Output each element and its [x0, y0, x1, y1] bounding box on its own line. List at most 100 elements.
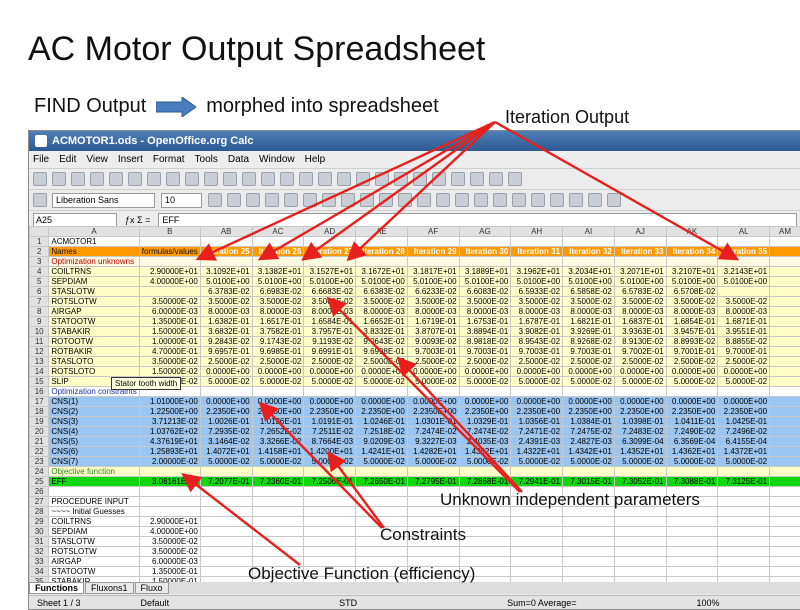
cell[interactable]: 1.25893E+01 [138, 446, 201, 457]
cell[interactable]: 8.8855E-02 [717, 336, 771, 347]
cell[interactable]: 5.0000E-02 [458, 376, 512, 387]
toolbar-button-icon[interactable] [166, 172, 180, 186]
toolbar-button-icon[interactable] [109, 172, 123, 186]
cell[interactable] [769, 356, 800, 367]
cell[interactable]: 8.0000E-03 [510, 306, 564, 317]
cell[interactable]: Names [48, 246, 140, 257]
cell[interactable] [665, 386, 719, 397]
cell[interactable]: 7.3088E-01 [665, 476, 719, 487]
toolbar-button-icon[interactable] [33, 172, 47, 186]
cell[interactable]: 8.0000E-03 [406, 306, 460, 317]
cell[interactable]: 9.6991E-01 [303, 346, 357, 357]
cell[interactable]: Iteration 29 [406, 246, 460, 257]
cell[interactable] [562, 516, 615, 527]
cell[interactable]: 5.0100E+00 [510, 276, 564, 287]
cell[interactable]: 0.0000E+00 [717, 396, 771, 407]
row-header[interactable]: 5 [29, 276, 50, 287]
cell[interactable]: 6.5783E-02 [613, 286, 667, 297]
cell[interactable]: 3.50000E-02 [138, 536, 201, 547]
toolbar-button-icon[interactable] [52, 172, 66, 186]
cell[interactable]: 7.3052E-01 [613, 476, 667, 487]
cell[interactable]: 7.2496E-02 [717, 426, 771, 437]
sheet-tab-fluxo[interactable]: Fluxo [134, 582, 169, 594]
toolbar-button-icon[interactable] [242, 172, 256, 186]
cell[interactable] [562, 536, 615, 547]
row-header[interactable]: 2 [29, 246, 50, 257]
cell[interactable]: 1.4302E+01 [458, 446, 512, 457]
cell[interactable] [251, 256, 305, 267]
cell[interactable] [510, 236, 564, 247]
cell[interactable] [458, 386, 512, 397]
toolbar-button-icon[interactable] [261, 172, 275, 186]
toolbar-button-icon[interactable] [432, 172, 446, 186]
cell[interactable]: 3.1527E+01 [303, 266, 357, 277]
cell[interactable]: 7.2077E-01 [199, 476, 253, 487]
cell[interactable]: 3.1464E-02 [199, 436, 253, 447]
cell[interactable] [199, 496, 253, 507]
cell[interactable]: 3.08161E-01 [138, 476, 201, 487]
menu-tools[interactable]: Tools [195, 154, 218, 165]
cell[interactable]: 3.8894E-01 [458, 326, 512, 337]
cell[interactable]: 6.00000E-03 [138, 306, 201, 317]
cell[interactable]: 5.0100E+00 [562, 276, 615, 287]
row-header[interactable]: 23 [29, 456, 50, 467]
cell[interactable]: 8.0000E-03 [303, 306, 357, 317]
cell[interactable] [199, 526, 253, 537]
cell[interactable]: 5.0000E-02 [355, 376, 408, 387]
format-button-icon[interactable] [550, 193, 564, 207]
cell[interactable] [458, 526, 512, 537]
cell[interactable] [717, 486, 771, 497]
cell[interactable]: 0.0000E+00 [355, 396, 408, 407]
cell[interactable]: 0.0000E+00 [510, 366, 564, 377]
cell[interactable]: AIRGAP [48, 306, 140, 317]
cell[interactable]: 1.35000E-01 [138, 566, 201, 577]
cell[interactable] [562, 546, 615, 557]
window-titlebar[interactable]: ACMOTOR1.ods - OpenOffice.org Calc [29, 131, 800, 151]
cell[interactable] [769, 386, 800, 397]
cell[interactable] [769, 516, 800, 527]
cell[interactable] [665, 256, 719, 267]
column-header-am[interactable]: AM [769, 226, 800, 237]
cell[interactable]: 3.1962E+01 [510, 266, 564, 277]
cell[interactable] [138, 286, 201, 297]
cell[interactable]: 1.6854E-01 [665, 316, 719, 327]
cell[interactable]: Iteration 35 [717, 246, 771, 257]
cell[interactable] [613, 546, 667, 557]
cell[interactable]: 0.0000E+00 [613, 396, 667, 407]
cell[interactable]: Iteration 32 [562, 246, 615, 257]
cell[interactable]: 5.0000E-02 [303, 376, 357, 387]
cell[interactable]: 5.0000E-02 [406, 376, 460, 387]
cell[interactable]: 8.0000E-03 [562, 306, 615, 317]
row-header[interactable]: 26 [29, 486, 50, 497]
cell[interactable]: Iteration 34 [665, 246, 719, 257]
cell[interactable]: 7.3125E-01 [717, 476, 771, 487]
cell[interactable] [769, 366, 800, 377]
cell[interactable]: 3.2107E+01 [665, 266, 719, 277]
row-header[interactable]: 6 [29, 286, 50, 297]
cell[interactable]: 3.2071E+01 [613, 266, 667, 277]
cell[interactable]: 3.5000E-02 [406, 296, 460, 307]
formula-input[interactable]: EFF [158, 212, 797, 227]
cell[interactable]: 9.2843E-02 [199, 336, 253, 347]
cell[interactable]: 1.0384E-01 [562, 416, 615, 427]
toolbar-button-icon[interactable] [204, 172, 218, 186]
cell[interactable]: 5.0000E-02 [665, 456, 719, 467]
cell[interactable] [717, 566, 771, 577]
column-header-b[interactable]: B [138, 226, 201, 237]
cell[interactable]: CNS(5) [48, 436, 140, 447]
cell[interactable]: Iteration 25 [199, 246, 253, 257]
cell[interactable]: 7.2650E-01 [355, 476, 408, 487]
cell[interactable] [769, 556, 800, 567]
cell[interactable] [613, 466, 667, 477]
cell[interactable]: 1.0329E-01 [458, 416, 512, 427]
cell[interactable]: 1.0425E-01 [717, 416, 771, 427]
cell[interactable]: 1.50000E-02 [138, 366, 201, 377]
cell[interactable] [251, 526, 305, 537]
cell[interactable] [303, 256, 357, 267]
cell[interactable] [251, 516, 305, 527]
cell[interactable]: 6.6233E-02 [406, 286, 460, 297]
cell[interactable]: 9.3227E-03 [406, 436, 460, 447]
cell[interactable]: 1.6719E-01 [406, 316, 460, 327]
cell[interactable]: 6.4155E-04 [717, 436, 771, 447]
toolbar-button-icon[interactable] [318, 172, 332, 186]
